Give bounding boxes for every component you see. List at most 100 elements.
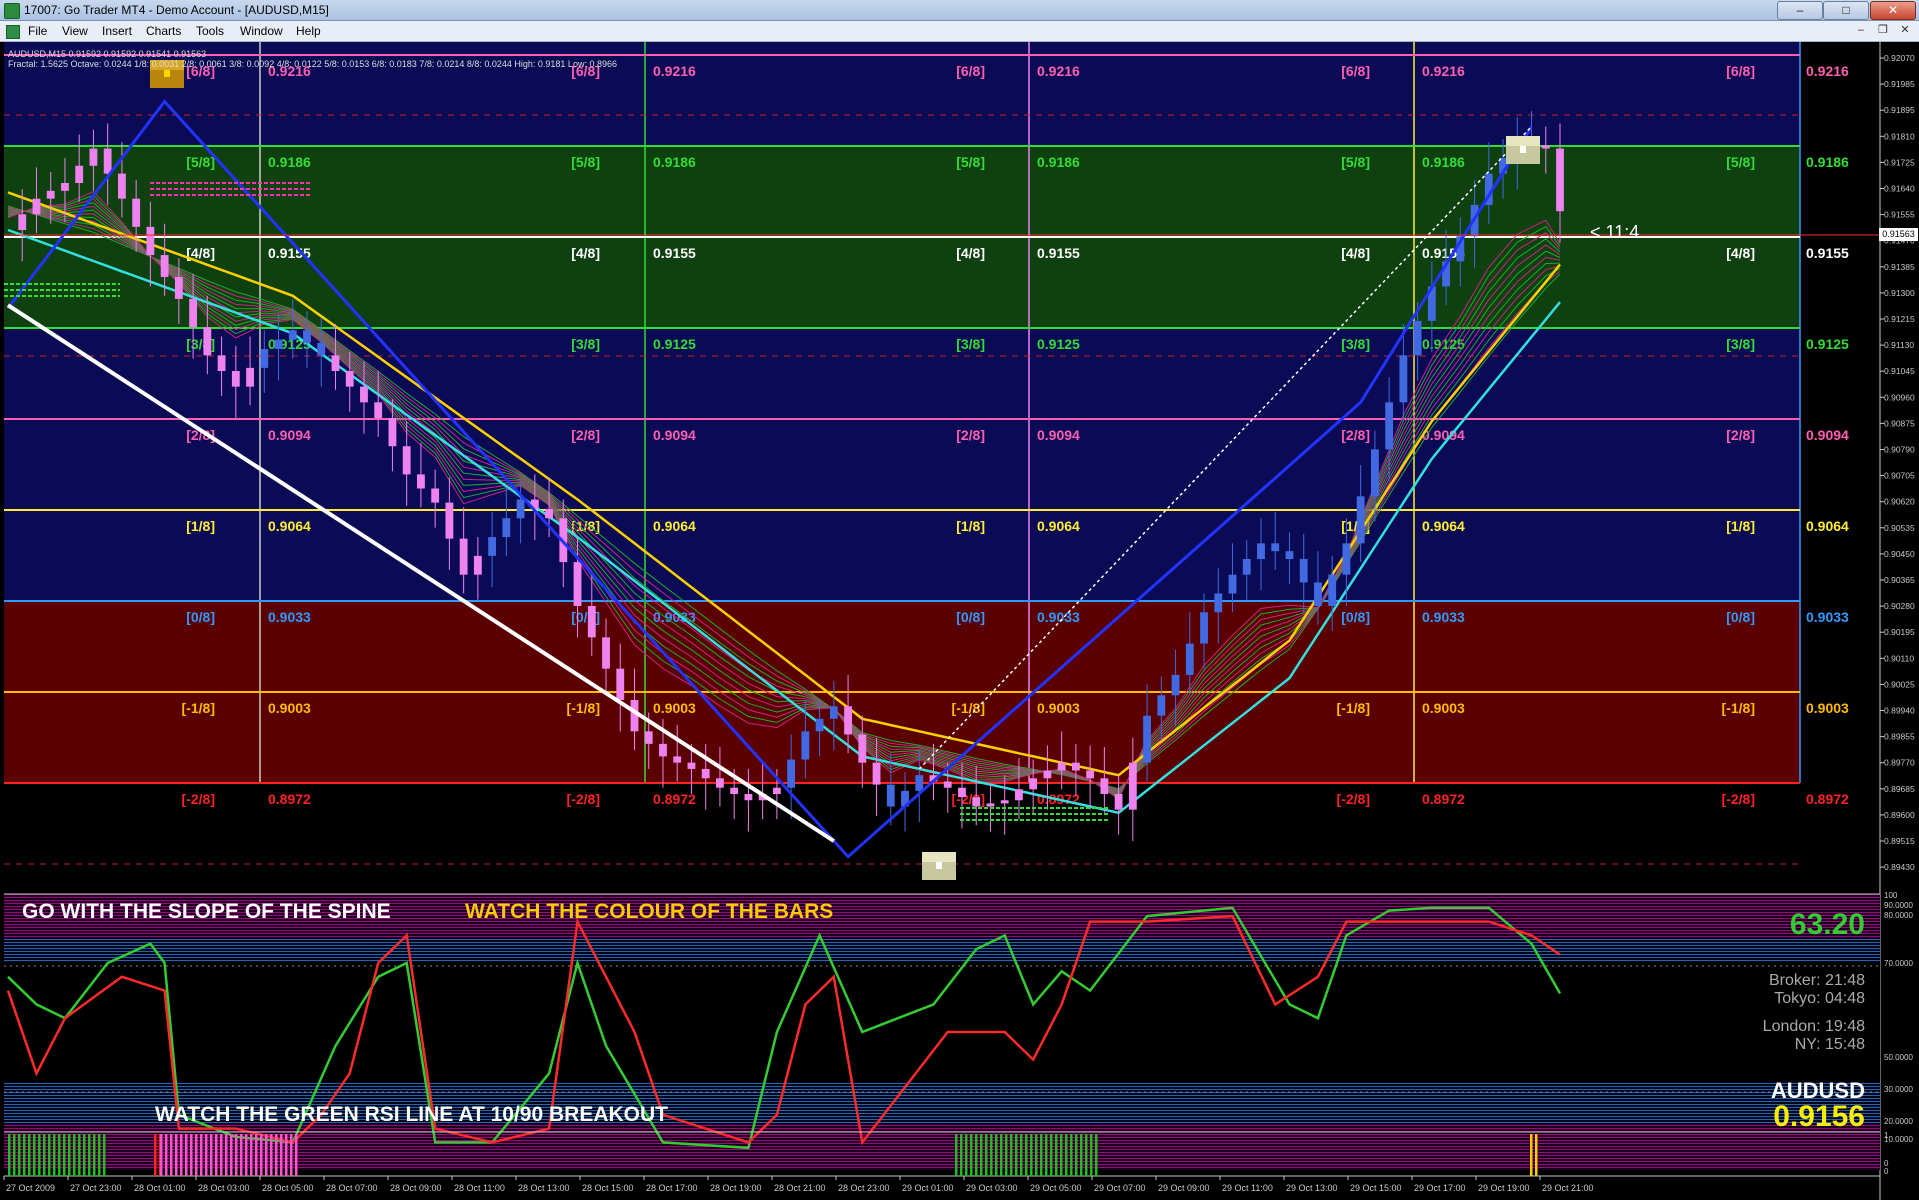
murrey-price-label: 0.9125	[1806, 336, 1849, 352]
app-icon	[4, 3, 20, 19]
colour-bar	[23, 1134, 26, 1176]
time-tick-label: 29 Oct 07:00	[1094, 1183, 1146, 1193]
colour-bar	[1020, 1134, 1023, 1176]
price-tick-label: 0.90790	[1884, 445, 1915, 455]
colour-bar	[68, 1134, 71, 1176]
minimize-button[interactable]: –	[1777, 1, 1823, 20]
murrey-price-label: 0.9003	[1037, 700, 1080, 716]
price-tick-label: 0.91130	[1884, 340, 1914, 350]
colour-bar	[275, 1134, 278, 1176]
time-tick-label: 29 Oct 21:00	[1542, 1183, 1594, 1193]
time-tick-label: 29 Oct 01:00	[902, 1183, 954, 1193]
candle-body	[1356, 496, 1365, 544]
ny-time: NY: 15:48	[1794, 1036, 1865, 1053]
time-tick-label: 29 Oct 19:00	[1478, 1183, 1530, 1193]
mdi-close-button[interactable]: ✕	[1897, 23, 1913, 38]
time-tick-label: 28 Oct 09:00	[390, 1183, 442, 1193]
menu-tools[interactable]: Tools	[196, 24, 224, 38]
colour-bar	[1530, 1134, 1533, 1176]
candle-body	[431, 488, 440, 503]
murrey-level-label: [6/8]	[1726, 63, 1755, 79]
murrey-price-label: 0.8972	[1422, 791, 1465, 807]
menu-insert[interactable]: Insert	[102, 24, 132, 38]
colour-bar	[205, 1134, 208, 1176]
murrey-header-info: Fractal: 1.5625 Octave: 0.0244 1/8: 0.00…	[8, 59, 617, 69]
candle-body	[1171, 674, 1180, 696]
colour-bar	[154, 1134, 157, 1176]
close-button[interactable]: ✕	[1870, 1, 1916, 20]
candle-body	[473, 555, 482, 575]
time-tick-label: 27 Oct 2009	[6, 1183, 55, 1193]
candle-body	[573, 562, 582, 606]
murrey-level-label: [4/8]	[1341, 245, 1370, 261]
candle-body	[772, 787, 781, 794]
murrey-price-label: 0.9186	[1422, 154, 1465, 170]
price-tick-label: 0.91300	[1884, 288, 1915, 298]
colour-bar	[985, 1134, 988, 1176]
mdi-minimize-button[interactable]: –	[1853, 23, 1869, 38]
murrey-level-label: [5/8]	[186, 154, 215, 170]
colour-bar	[975, 1134, 978, 1176]
price-tick-label: 0.90875	[1884, 418, 1915, 428]
candle-body	[1370, 449, 1379, 497]
chart-window[interactable]: [6/8] [6/8] [6/8] [6/8] [6/8] 0.9216 0.9216 0.9…	[0, 42, 1919, 1200]
murrey-price-label: 0.9125	[1422, 336, 1465, 352]
menu-window[interactable]: Window	[240, 24, 283, 38]
price-tick-label: 0.91385	[1884, 262, 1915, 272]
menu-view[interactable]: View	[62, 24, 88, 38]
candle-body	[1086, 770, 1095, 779]
candle-body	[1271, 543, 1280, 552]
colour-bar	[1065, 1134, 1068, 1176]
candle-body	[331, 355, 340, 371]
time-tick-label: 29 Oct 13:00	[1286, 1183, 1338, 1193]
murrey-level-label: [2/8]	[571, 427, 600, 443]
candle-body	[61, 183, 69, 191]
time-tick-label: 28 Oct 11:00	[454, 1183, 505, 1193]
colour-bar	[160, 1134, 163, 1176]
colour-bar	[230, 1134, 233, 1176]
candle-body	[616, 668, 625, 700]
time-tick-label: 28 Oct 07:00	[326, 1183, 378, 1193]
murrey-price-label: 0.9064	[1806, 518, 1849, 534]
annotation-text: < 11:4	[1590, 222, 1640, 242]
rsi-panel[interactable]: 10090.000080.0000 70.0000 50.0000 30.0000 20…	[4, 891, 1913, 1170]
candle-body	[1242, 559, 1251, 575]
candle-body	[787, 759, 796, 788]
colour-bar	[1000, 1134, 1003, 1176]
murrey-price-label: 0.9186	[268, 154, 311, 170]
candle-body	[46, 190, 55, 199]
colour-bar	[965, 1134, 968, 1176]
candle-body	[1029, 778, 1038, 790]
menu-charts[interactable]: Charts	[146, 24, 181, 38]
murrey-price-label: 0.8972	[653, 791, 696, 807]
price-tick-label: 0.90620	[1884, 497, 1915, 507]
murrey-level-label: [0/8]	[186, 609, 215, 625]
colour-bar	[175, 1134, 178, 1176]
colour-bar	[1535, 1134, 1538, 1176]
price-tick-label: 0.89430	[1884, 862, 1915, 872]
murrey-price-label: 0.9155	[1806, 245, 1849, 261]
colour-bar	[8, 1134, 11, 1176]
colour-bar	[295, 1134, 298, 1176]
maximize-button[interactable]: □	[1823, 1, 1869, 20]
menu-file[interactable]: File	[28, 24, 47, 38]
colour-bar	[63, 1134, 66, 1176]
colour-bar	[290, 1134, 293, 1176]
candle-body	[1128, 762, 1137, 810]
chart-window-icon[interactable]	[6, 25, 20, 39]
chart-canvas[interactable]: [6/8] [6/8] [6/8] [6/8] [6/8]0.9216 0.9216 0.9…	[0, 42, 1919, 1200]
candle-body	[1100, 778, 1109, 794]
menu-help[interactable]: Help	[296, 24, 321, 38]
murrey-price-label: 0.9216	[1037, 63, 1080, 79]
mdi-restore-button[interactable]: ❐	[1875, 23, 1891, 38]
candle-body	[75, 165, 84, 183]
murrey-price-label: 0.9094	[653, 427, 696, 443]
colour-bar	[980, 1134, 983, 1176]
price-tick-label: 0.91215	[1884, 314, 1915, 324]
colour-bar	[285, 1134, 288, 1176]
treasure-chest-icon	[1506, 136, 1540, 164]
murrey-level-label: [6/8]	[1341, 63, 1370, 79]
candle-body	[1314, 582, 1322, 606]
candle-body	[801, 731, 810, 760]
candle-body	[231, 371, 240, 387]
